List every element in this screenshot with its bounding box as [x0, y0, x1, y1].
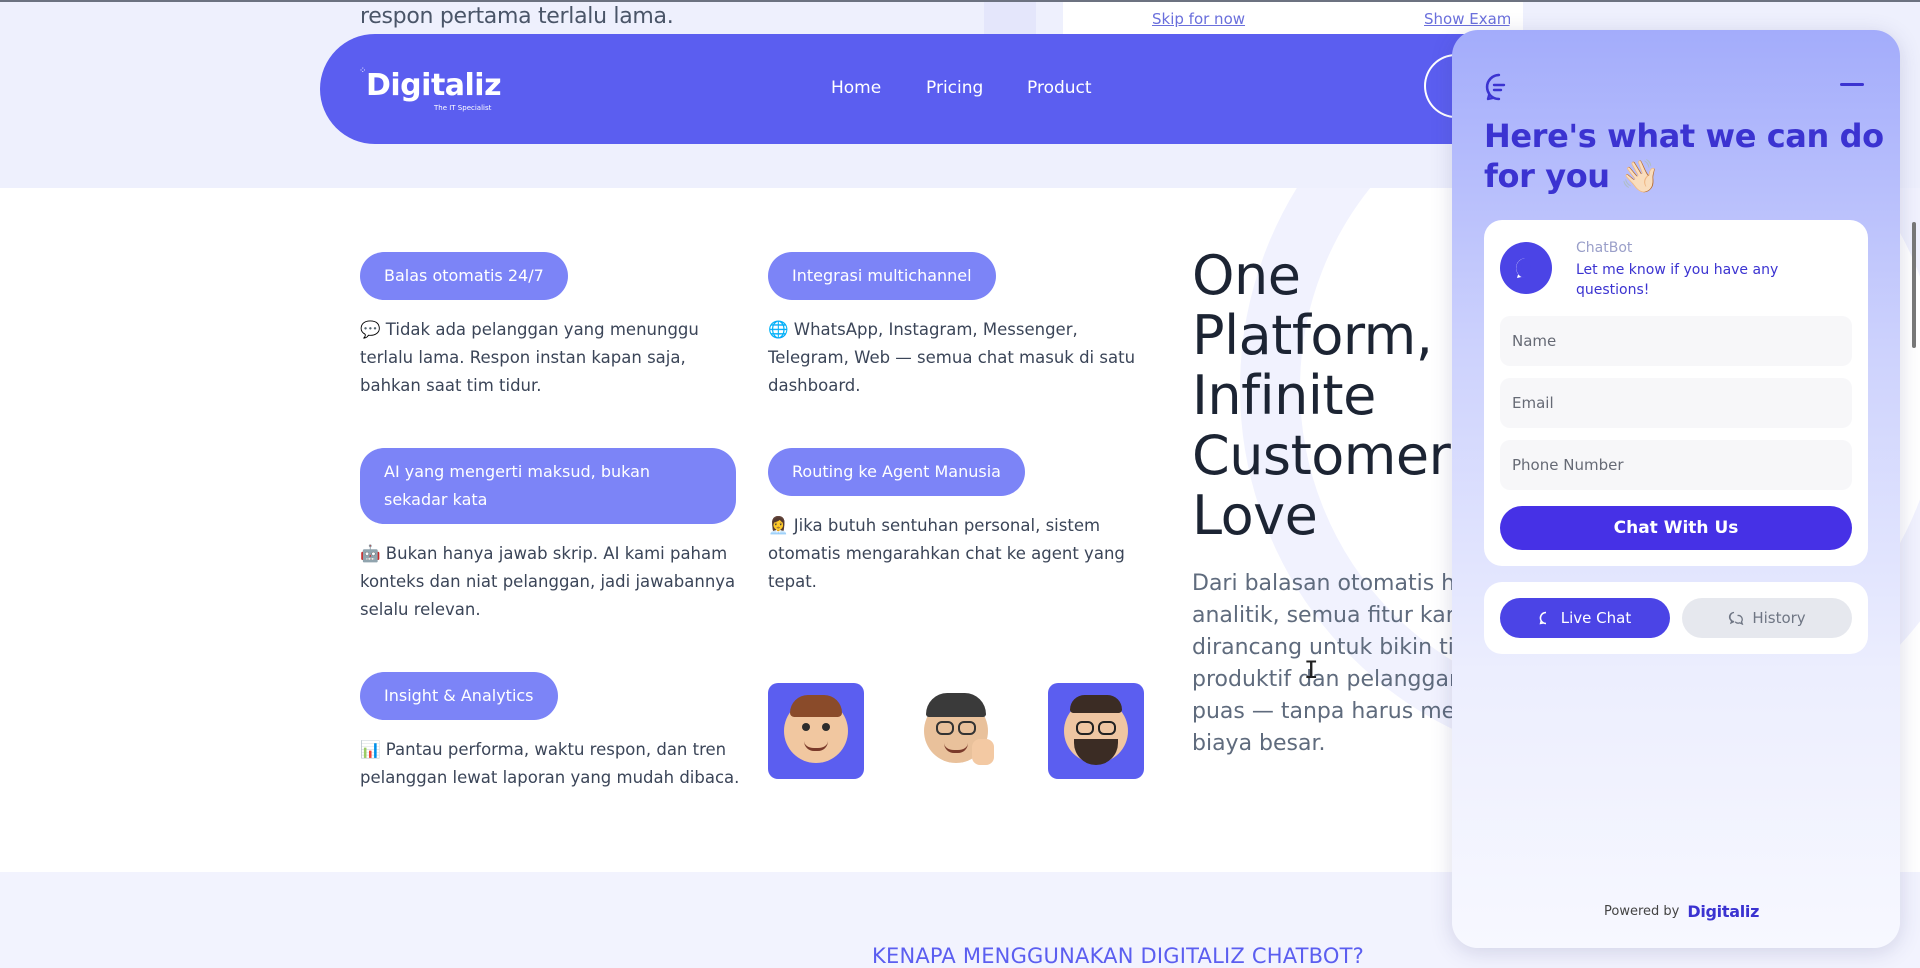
feature-pill-multichannel: Integrasi multichannel — [768, 252, 996, 300]
widget-tabs: Live Chat History — [1484, 582, 1868, 654]
history-icon — [1729, 611, 1744, 625]
feature-desc-auto-reply: 💬 Tidak ada pelanggan yang menunggu terl… — [360, 320, 699, 395]
bot-avatar — [1500, 242, 1552, 294]
top-panel: Skip for now Show Examj — [1063, 2, 1523, 34]
previous-section-text: respon pertama terlalu lama. — [360, 4, 674, 29]
tab-history-label: History — [1752, 609, 1806, 627]
window-top-border — [0, 0, 1920, 2]
tab-live-chat[interactable]: Live Chat — [1500, 598, 1670, 638]
main-navbar: ⁘ Digitaliz The IT Specialist Home Prici… — [320, 34, 1580, 144]
logo-dots-icon: ⁘ — [359, 66, 367, 76]
text-cursor-icon: I — [1304, 656, 1319, 684]
nav-pricing[interactable]: Pricing — [926, 78, 983, 98]
chat-icon — [1539, 611, 1546, 625]
top-decoration-block — [984, 2, 1036, 34]
show-example-link[interactable]: Show Examj — [1424, 10, 1510, 28]
lead-form-card: ChatBot Let me know if you have any ques… — [1484, 220, 1868, 566]
why-section-title: KENAPA MENGGUNAKAN DIGITALIZ CHATBOT? — [872, 944, 1365, 968]
scrollbar-thumb[interactable] — [1912, 222, 1916, 348]
avatar-thumbs-up-man — [908, 683, 1004, 779]
feature-desc-ai-intent: 🤖 Bukan hanya jawab skrip. AI kami paham… — [360, 544, 736, 619]
chat-bubble-icon — [1484, 72, 1514, 106]
bot-message: Let me know if you have any questions! — [1576, 262, 1779, 298]
bot-name: ChatBot — [1576, 240, 1633, 256]
phone-field[interactable] — [1500, 440, 1852, 490]
minimize-icon[interactable] — [1840, 83, 1864, 86]
nav-home[interactable]: Home — [831, 78, 881, 98]
tab-live-chat-label: Live Chat — [1560, 609, 1632, 627]
feature-desc-routing: 👩‍💼 Jika butuh sentuhan personal, sistem… — [768, 516, 1125, 591]
email-field[interactable] — [1500, 378, 1852, 428]
logo-wordmark: Digitaliz — [366, 68, 502, 103]
feature-desc-multichannel: 🌐 WhatsApp, Instagram, Messenger, Telegr… — [768, 320, 1136, 395]
powered-by-text: Powered by — [1604, 904, 1680, 919]
digitaliz-logo[interactable]: ⁘ Digitaliz The IT Specialist — [359, 66, 502, 112]
chat-widget: Here's what we can do for you 👋🏻 ChatBot… — [1452, 30, 1900, 948]
tab-history[interactable]: History — [1682, 598, 1852, 638]
widget-title: Here's what we can do for you 👋🏻 — [1484, 117, 1884, 195]
chat-with-us-button[interactable]: Chat With Us — [1500, 506, 1852, 550]
logo-tagline: The IT Specialist — [434, 104, 492, 112]
feature-pill-routing: Routing ke Agent Manusia — [768, 448, 1025, 496]
feature-desc-analytics: 📊 Pantau performa, waktu respon, dan tre… — [360, 740, 740, 787]
feature-pill-ai-intent: AI yang mengerti maksud, bukan sekadar k… — [360, 448, 736, 524]
name-field[interactable] — [1500, 316, 1852, 366]
powered-by: Powered by Digitaliz — [1604, 902, 1759, 921]
nav-product[interactable]: Product — [1027, 78, 1092, 98]
skip-for-now-link[interactable]: Skip for now — [1152, 10, 1245, 28]
avatar-thinking-man — [1048, 683, 1144, 779]
feature-pill-auto-reply: Balas otomatis 24/7 — [360, 252, 568, 300]
message-icon — [1516, 258, 1531, 278]
feature-pill-analytics: Insight & Analytics — [360, 672, 558, 720]
powered-by-logo[interactable]: Digitaliz — [1687, 902, 1759, 921]
avatar-smiling-man — [768, 683, 864, 779]
